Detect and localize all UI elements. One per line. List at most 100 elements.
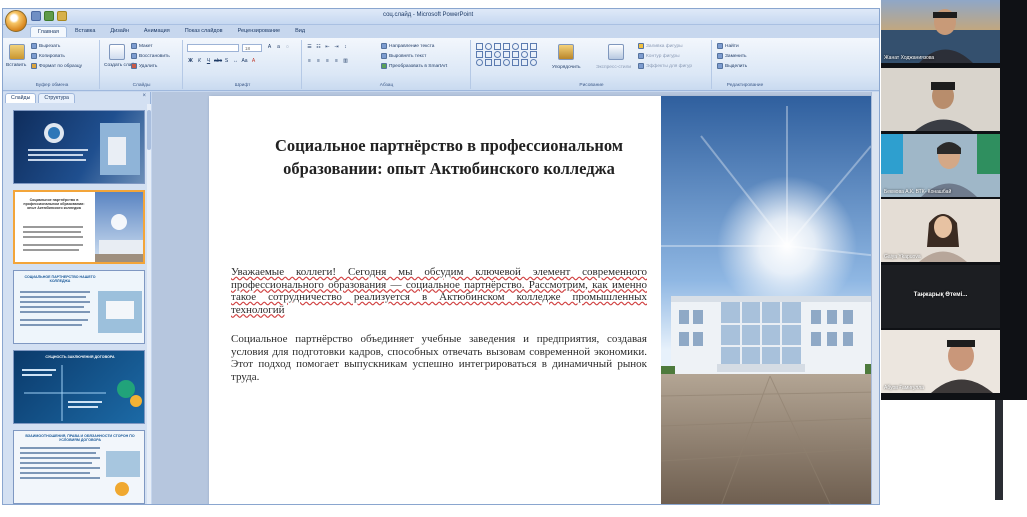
line-spacing-icon[interactable]: ↕ <box>342 44 349 50</box>
shape-outline-button[interactable]: Контур фигуры <box>638 53 680 59</box>
participant-tile[interactable]: Жанат Ходжаниязова <box>881 0 1000 63</box>
smartart-button[interactable]: Преобразовать в SmartArt <box>381 63 447 69</box>
redo-icon[interactable] <box>57 11 67 21</box>
tab-review[interactable]: Рецензирование <box>231 26 287 37</box>
tab-design[interactable]: Дизайн <box>103 26 136 37</box>
tab-home[interactable]: Главная <box>30 26 67 37</box>
grow-font-icon[interactable]: A <box>266 44 273 50</box>
panel-scrollbar-thumb[interactable] <box>147 110 151 150</box>
paste-icon[interactable] <box>9 44 25 60</box>
editor-scrollbar[interactable] <box>871 92 879 504</box>
strikethrough-icon[interactable]: abc <box>214 58 222 64</box>
copy-button[interactable]: Копировать <box>31 53 65 59</box>
cursor-icon <box>717 63 723 69</box>
align-text-button[interactable]: Выровнять текст <box>381 53 426 59</box>
format-painter-button[interactable]: Формат по образцу <box>31 63 82 69</box>
tab-slideshow[interactable]: Показ слайдов <box>178 26 230 37</box>
office-button[interactable] <box>5 10 27 32</box>
undo-icon[interactable] <box>44 11 54 21</box>
outline-icon <box>638 53 644 59</box>
text-direction-button[interactable]: Направление текста <box>381 43 434 49</box>
tab-animation[interactable]: Анимация <box>137 26 177 37</box>
shrink-font-icon[interactable]: a <box>275 44 282 50</box>
slide-thumbnail-selected[interactable]: Социальное партнёрство в профессионально… <box>13 190 145 264</box>
find-button[interactable]: Найти <box>717 43 739 49</box>
group-drawing-label: Рисование <box>579 83 604 88</box>
clear-format-icon[interactable]: ◌ <box>284 44 291 50</box>
panel-scrollbar[interactable] <box>147 104 151 504</box>
underline-icon[interactable]: Ч <box>205 58 212 64</box>
slide-paragraph-2[interactable]: Социальное партнёрство объединяет учебны… <box>231 333 647 383</box>
reset-button[interactable]: Восстановить <box>131 53 170 59</box>
tab-slides[interactable]: Слайды <box>5 93 37 103</box>
align-text-label: Выровнять текст <box>389 53 427 59</box>
current-slide[interactable]: Социальное партнёрство в профессионально… <box>209 96 879 504</box>
group-editing: Найти Заменить Выделить Редактирование <box>713 40 777 89</box>
call-scrollbar[interactable] <box>995 400 1003 500</box>
slide-thumbnail[interactable] <box>13 110 145 184</box>
indent-increase-icon[interactable]: ⇥ <box>333 44 340 50</box>
bullets-icon[interactable]: ☰ <box>306 44 313 50</box>
indent-decrease-icon[interactable]: ⇤ <box>324 44 331 50</box>
participant-tile[interactable]: Бекмова А.К. ВТК- Конашбай <box>881 134 1000 197</box>
font-color-icon[interactable]: A <box>250 58 257 64</box>
shadow-icon[interactable]: S <box>223 58 230 64</box>
tab-outline[interactable]: Структура <box>38 93 75 103</box>
slide-title[interactable]: Социальное партнёрство в профессионально… <box>249 134 649 180</box>
cut-label: Вырезать <box>39 43 61 49</box>
new-slide-icon[interactable] <box>109 44 125 60</box>
slide-5-image <box>20 447 140 496</box>
participant-tile[interactable]: Таңжарық Өтемі... <box>881 265 1000 328</box>
arrange-button[interactable]: Упорядочить <box>552 65 581 70</box>
align-justify-icon[interactable]: ≡ <box>333 58 340 64</box>
align-center-icon[interactable]: ≡ <box>315 58 322 64</box>
select-button[interactable]: Выделить <box>717 63 747 69</box>
columns-icon[interactable]: ▥ <box>342 58 349 64</box>
slide-thumbnail[interactable]: СУЩНОСТЬ ЗАКЛЮЧЕНИЯ ДОГОВОРА <box>13 350 145 424</box>
close-icon[interactable]: × <box>142 93 146 99</box>
align-left-icon[interactable]: ≡ <box>306 58 313 64</box>
font-size-combo[interactable]: 18 <box>242 44 262 52</box>
slide-thumbnail[interactable]: ВЗАИМООТНОШЕНИЯ, ПРАВА И ОБЯЗАННОСТИ СТО… <box>13 430 145 504</box>
italic-icon[interactable]: К <box>196 58 203 64</box>
tab-view[interactable]: Вид <box>288 26 312 37</box>
numbering-icon[interactable]: ☷ <box>315 44 322 50</box>
screen: соц.слайд - Microsoft PowerPoint Главная… <box>0 0 1027 517</box>
bold-icon[interactable]: Ж <box>187 58 194 64</box>
align-right-icon[interactable]: ≡ <box>324 58 331 64</box>
slide-2-image <box>23 192 143 262</box>
ribbon: Вставить Вырезать Копировать Формат по о… <box>3 38 879 91</box>
quick-access-toolbar <box>31 11 67 23</box>
reset-icon <box>131 53 137 59</box>
group-slides-label: Слайды <box>132 83 151 88</box>
participant-tile[interactable]: Абуов Ғамиғулла <box>881 330 1000 393</box>
shapes-gallery[interactable] <box>476 43 538 66</box>
window-title: соц.слайд - Microsoft PowerPoint <box>383 12 474 18</box>
quick-styles-icon[interactable] <box>608 44 624 60</box>
shape-fill-button[interactable]: Заливка фигуры <box>638 43 683 49</box>
paste-button[interactable]: Вставить <box>6 63 26 68</box>
slide-paragraph-1[interactable]: Уважаемые коллеги! Сегодня мы обсудим кл… <box>231 266 647 316</box>
delete-slide-button[interactable]: Удалить <box>131 63 157 69</box>
font-family-combo[interactable] <box>187 44 239 52</box>
quick-styles-button[interactable]: Экспресс-стили <box>596 65 631 70</box>
spacing-icon[interactable]: ↔ <box>232 58 239 64</box>
group-clipboard-label: Буфер обмена <box>35 83 69 88</box>
ribbon-tabs: Главная Вставка Дизайн Анимация Показ сл… <box>30 26 312 38</box>
slide-1-image <box>28 123 140 175</box>
smartart-icon <box>381 63 387 69</box>
replace-button[interactable]: Заменить <box>717 53 747 59</box>
slide-editor: Социальное партнёрство в профессионально… <box>152 92 879 504</box>
tab-insert[interactable]: Вставка <box>68 26 102 37</box>
arrange-icon[interactable] <box>558 44 574 60</box>
slide-thumbnail[interactable]: СОЦИАЛЬНОЕ ПАРТНЕРСТВО НАШЕГО КОЛЛЕДЖА <box>13 270 145 344</box>
save-icon[interactable] <box>31 11 41 21</box>
shape-effects-button[interactable]: Эффекты для фигур <box>638 63 692 69</box>
participant-tile[interactable]: Gaiya Ykapuova <box>881 199 1000 262</box>
participant-name: Бекмова А.К. ВТК- Конашбай <box>884 189 952 195</box>
participant-video <box>881 330 1000 393</box>
case-icon[interactable]: Aa <box>241 58 248 64</box>
participant-tile[interactable] <box>881 68 1000 131</box>
cut-button[interactable]: Вырезать <box>31 43 60 49</box>
layout-button[interactable]: Макет <box>131 43 153 49</box>
